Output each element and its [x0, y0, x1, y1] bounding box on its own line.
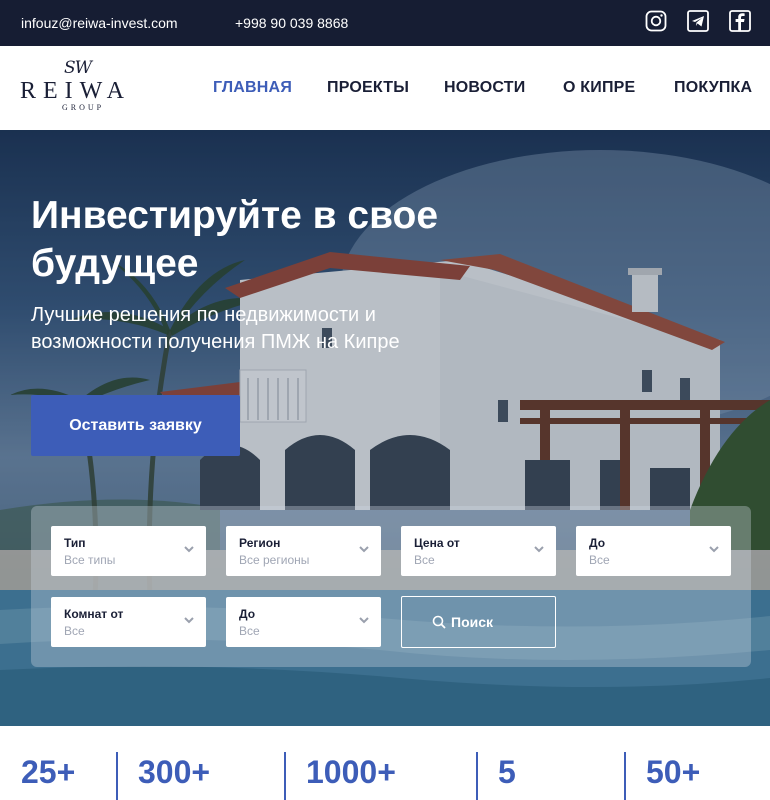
rooms-to-select[interactable]: До Все — [226, 597, 381, 647]
field-value: Все — [239, 624, 260, 638]
chevron-down-icon — [709, 546, 719, 553]
chevron-down-icon — [184, 617, 194, 624]
field-label: Регион — [239, 536, 281, 550]
chevron-down-icon — [534, 546, 544, 553]
region-select[interactable]: Регион Все регионы — [226, 526, 381, 576]
top-bar: infouz@reiwa-invest.com +998 90 039 8868 — [0, 0, 770, 46]
stat-value: 25+ — [21, 754, 76, 790]
hero-section: Инвестируйте в свое будущее Лучшие решен… — [0, 130, 770, 726]
field-value: Все — [64, 624, 85, 638]
price-to-select[interactable]: До Все — [576, 526, 731, 576]
instagram-icon[interactable] — [645, 10, 667, 32]
search-icon — [432, 615, 446, 629]
chevron-down-icon — [359, 546, 369, 553]
reiwa-logo[interactable]: SW REIWA GROUP — [20, 58, 140, 114]
nav-item-home[interactable]: ГЛАВНАЯ — [213, 79, 292, 97]
hero-subtitle: Лучшие решения по недвижимости и возможн… — [31, 304, 400, 353]
property-search-panel: Тип Все типы Регион Все регионы Цена от … — [31, 506, 751, 667]
telegram-icon[interactable] — [687, 10, 709, 32]
field-label: Комнат от — [64, 607, 124, 621]
stats-section: 25+ 300+ 1000+ 5 50+ — [0, 726, 770, 800]
stat-value: 50+ — [646, 754, 701, 790]
field-label: Тип — [64, 536, 86, 550]
field-label: До — [589, 536, 606, 550]
contact-email[interactable]: infouz@reiwa-invest.com — [21, 15, 178, 31]
field-label: До — [239, 607, 256, 621]
field-value: Все — [414, 553, 435, 567]
nav-item-about-cyprus[interactable]: О КИПРЕ — [563, 79, 635, 97]
stat-divider — [284, 752, 286, 800]
leave-request-button[interactable]: Оставить заявку — [31, 395, 240, 456]
nav-item-projects[interactable]: ПРОЕКТЫ — [327, 79, 409, 97]
field-value: Все регионы — [239, 553, 310, 567]
contact-phone[interactable]: +998 90 039 8868 — [235, 15, 348, 31]
logo-mark: SW — [64, 58, 92, 78]
chevron-down-icon — [359, 617, 369, 624]
field-value: Все — [589, 553, 610, 567]
hero-title: Инвестируйте в свое будущее — [31, 194, 439, 285]
stat-value: 300+ — [138, 754, 211, 790]
stat-divider — [476, 752, 478, 800]
rooms-from-select[interactable]: Комнат от Все — [51, 597, 206, 647]
type-select[interactable]: Тип Все типы — [51, 526, 206, 576]
stat-divider — [624, 752, 626, 800]
logo-subtitle: GROUP — [62, 103, 105, 112]
price-from-select[interactable]: Цена от Все — [401, 526, 556, 576]
logo-wordmark: REIWA — [20, 78, 131, 104]
chevron-down-icon — [184, 546, 194, 553]
field-value: Все типы — [64, 553, 116, 567]
stat-value: 5 — [498, 754, 516, 790]
nav-item-news[interactable]: НОВОСТИ — [444, 79, 525, 97]
stat-divider — [116, 752, 118, 800]
facebook-icon[interactable] — [729, 10, 751, 32]
stat-value: 1000+ — [306, 754, 396, 790]
site-header: SW REIWA GROUP ГЛАВНАЯ ПРОЕКТЫ НОВОСТИ О… — [0, 46, 770, 130]
field-label: Цена от — [414, 536, 460, 550]
nav-item-purchase[interactable]: ПОКУПКА — [674, 79, 752, 97]
search-button-label: Поиск — [451, 614, 494, 630]
search-button[interactable]: Поиск — [401, 596, 556, 648]
